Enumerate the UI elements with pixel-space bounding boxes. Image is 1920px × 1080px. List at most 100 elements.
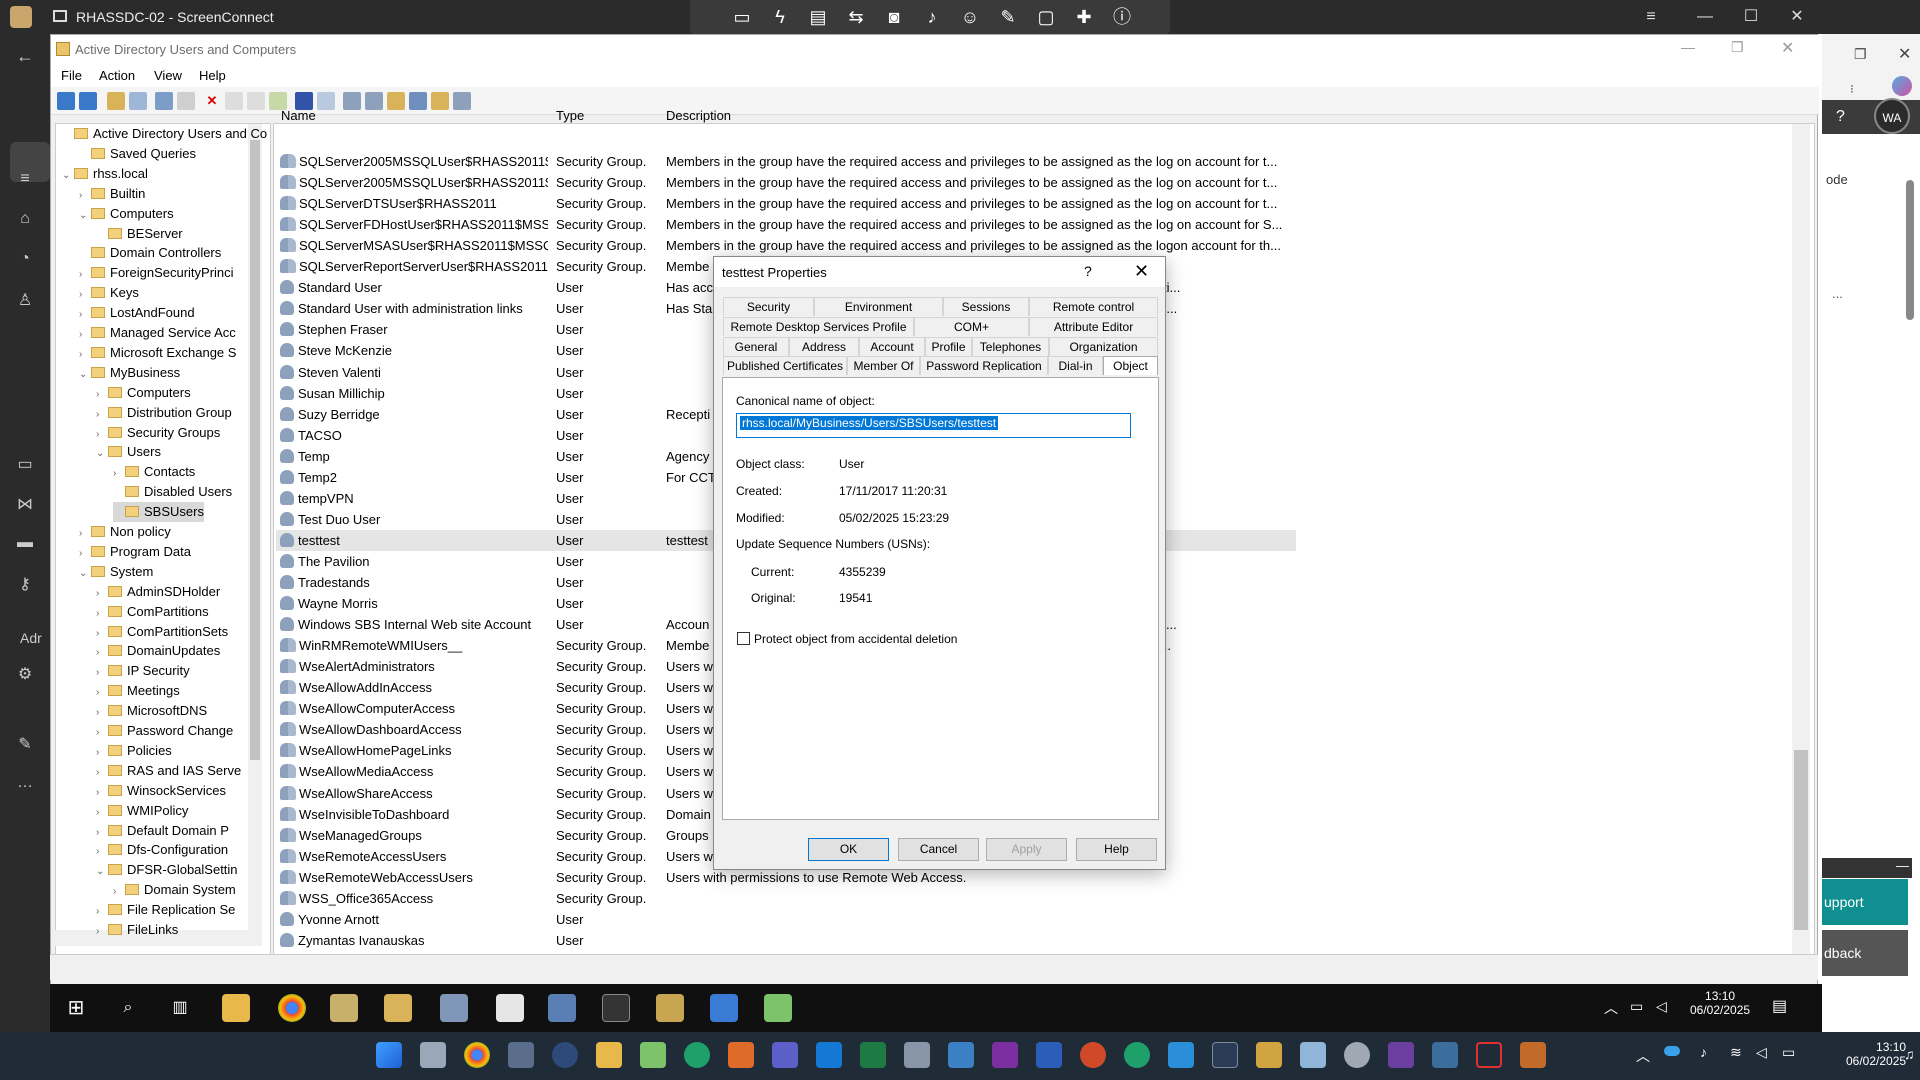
tree-item[interactable]: ⌄ Computers: [79, 204, 174, 224]
delete-icon[interactable]: ✕: [203, 92, 221, 110]
swap-icon[interactable]: ⇆: [842, 3, 870, 31]
close-icon[interactable]: ✕: [1134, 261, 1149, 282]
tree-item[interactable]: BEServer: [96, 224, 183, 244]
app-icon[interactable]: [764, 994, 792, 1022]
tree-item[interactable]: › Password Change: [96, 721, 233, 741]
tree-item[interactable]: › Meetings: [96, 681, 180, 701]
pen-icon[interactable]: ✎: [994, 3, 1022, 31]
menu-action[interactable]: Action: [99, 68, 135, 83]
restore-icon[interactable]: ❐: [1854, 46, 1867, 63]
aduc-taskbar-icon[interactable]: [656, 994, 684, 1022]
start-icon[interactable]: [376, 1042, 402, 1068]
card-icon[interactable]: ▬: [14, 534, 36, 556]
home-icon[interactable]: ⌂: [14, 210, 36, 232]
chevron-up-icon[interactable]: ︿: [1604, 998, 1618, 1018]
toolbox-icon[interactable]: ▤: [804, 3, 832, 31]
app-icon[interactable]: [710, 994, 738, 1022]
menu-icon[interactable]: ≡: [1628, 0, 1674, 34]
settings-icon[interactable]: [1344, 1042, 1370, 1068]
tab-password-replication[interactable]: Password Replication: [920, 356, 1048, 375]
filter-icon[interactable]: [409, 92, 427, 110]
tab-member-of[interactable]: Member Of: [847, 356, 920, 375]
plus-cross-icon[interactable]: ✚: [1070, 3, 1098, 31]
more-icon[interactable]: ...: [1832, 286, 1843, 301]
feedback-button[interactable]: dback: [1822, 930, 1908, 976]
tree-item[interactable]: ⌄ MyBusiness: [79, 363, 180, 383]
back-icon[interactable]: [57, 92, 75, 110]
chat-icon[interactable]: ▢: [1032, 3, 1060, 31]
chevron-down-icon[interactable]: ⌄: [62, 166, 74, 186]
tab-attribute-editor[interactable]: Attribute Editor: [1029, 317, 1158, 336]
people-icon[interactable]: ☺: [956, 3, 984, 31]
tree-item[interactable]: › ComPartitions: [96, 602, 209, 622]
column-type[interactable]: Type: [556, 108, 584, 123]
device-icon[interactable]: ▭: [14, 454, 36, 476]
outlook-icon[interactable]: [816, 1042, 842, 1068]
tree-item[interactable]: › Distribution Group: [96, 403, 232, 423]
tree-item[interactable]: › Security Groups: [96, 423, 220, 443]
new-group-icon[interactable]: [365, 92, 383, 110]
tree-item[interactable]: › WinsockServices: [96, 781, 226, 801]
tree-item[interactable]: Active Directory Users and Co: [62, 124, 267, 144]
edge-icon[interactable]: [1124, 1042, 1150, 1068]
copilot-icon[interactable]: [1892, 76, 1912, 96]
tree-scroll-thumb[interactable]: [250, 140, 260, 760]
tree-item[interactable]: › Program Data: [79, 542, 191, 562]
onenote-icon[interactable]: [992, 1042, 1018, 1068]
ok-button[interactable]: OK: [808, 838, 889, 861]
tree-item[interactable]: Saved Queries: [79, 144, 196, 164]
canonical-name-field[interactable]: rhss.local/MyBusiness/Users/SBSUsers/tes…: [736, 413, 1131, 438]
tab-general[interactable]: General: [723, 337, 789, 356]
chevron-down-icon[interactable]: ⌄: [79, 564, 91, 584]
remote-clock[interactable]: 13:10 06/02/2025: [1690, 989, 1750, 1017]
tree-item[interactable]: Disabled Users: [113, 482, 232, 502]
app-icon[interactable]: [1388, 1042, 1414, 1068]
excel-icon[interactable]: [860, 1042, 886, 1068]
volume-icon[interactable]: ◁: [1656, 998, 1667, 1015]
more-icon[interactable]: …: [14, 774, 36, 796]
volume-icon[interactable]: ◁: [1756, 1044, 1767, 1061]
chevron-down-icon[interactable]: ⌄: [79, 365, 91, 385]
app-icon[interactable]: [1432, 1042, 1458, 1068]
menu-view[interactable]: View: [154, 68, 182, 83]
console-icon[interactable]: [317, 92, 335, 110]
tab-address[interactable]: Address: [789, 337, 859, 356]
extension-icon[interactable]: ⁝: [1850, 82, 1854, 96]
tree-item[interactable]: › File Replication Se: [96, 900, 235, 920]
network-icon[interactable]: ⋈: [14, 494, 36, 516]
tree-item[interactable]: › Builtin: [79, 184, 145, 204]
tab-remote-control[interactable]: Remote control: [1029, 297, 1158, 316]
scrollbar[interactable]: [1906, 180, 1914, 320]
support-button[interactable]: upport: [1822, 879, 1908, 925]
app-icon[interactable]: [1256, 1042, 1282, 1068]
chevron-up-icon[interactable]: ︿: [1636, 1046, 1650, 1066]
avatar[interactable]: WA: [1874, 98, 1910, 134]
notepad-icon[interactable]: [496, 994, 524, 1022]
tab-sessions[interactable]: Sessions: [943, 297, 1029, 316]
tree-item[interactable]: › DomainUpdates: [96, 641, 220, 661]
protect-checkbox[interactable]: [737, 632, 750, 645]
tree-item[interactable]: Domain Controllers: [79, 243, 221, 263]
add-to-group-icon[interactable]: [453, 92, 471, 110]
tab-telephones[interactable]: Telephones: [972, 337, 1049, 356]
calculator-icon[interactable]: [904, 1042, 930, 1068]
collapse-button[interactable]: —: [1822, 858, 1912, 878]
tree-item[interactable]: ⌄ DFSR-GlobalSettin: [96, 860, 238, 880]
tree-item[interactable]: › LostAndFound: [79, 303, 195, 323]
task-view-icon[interactable]: [420, 1042, 446, 1068]
user-icon[interactable]: ♙: [14, 290, 36, 312]
cancel-button[interactable]: Cancel: [898, 838, 979, 861]
new-user-icon[interactable]: [343, 92, 361, 110]
help-button[interactable]: Help: [1076, 838, 1157, 861]
cmd-icon[interactable]: [602, 994, 630, 1022]
monitor-icon[interactable]: ▭: [728, 3, 756, 31]
wifi-icon[interactable]: ≋: [1730, 1044, 1742, 1061]
hamburger-icon[interactable]: ≡: [14, 170, 36, 192]
server-manager-icon[interactable]: [548, 994, 576, 1022]
tree-item[interactable]: › AdminSDHolder: [96, 582, 220, 602]
app-icon[interactable]: [508, 1042, 534, 1068]
minimize-icon[interactable]: —: [1682, 0, 1728, 34]
chevron-down-icon[interactable]: ⌄: [96, 862, 108, 882]
back-arrow-icon[interactable]: ←: [14, 46, 36, 68]
local-clock[interactable]: 13:10 06/02/2025: [1846, 1040, 1906, 1068]
